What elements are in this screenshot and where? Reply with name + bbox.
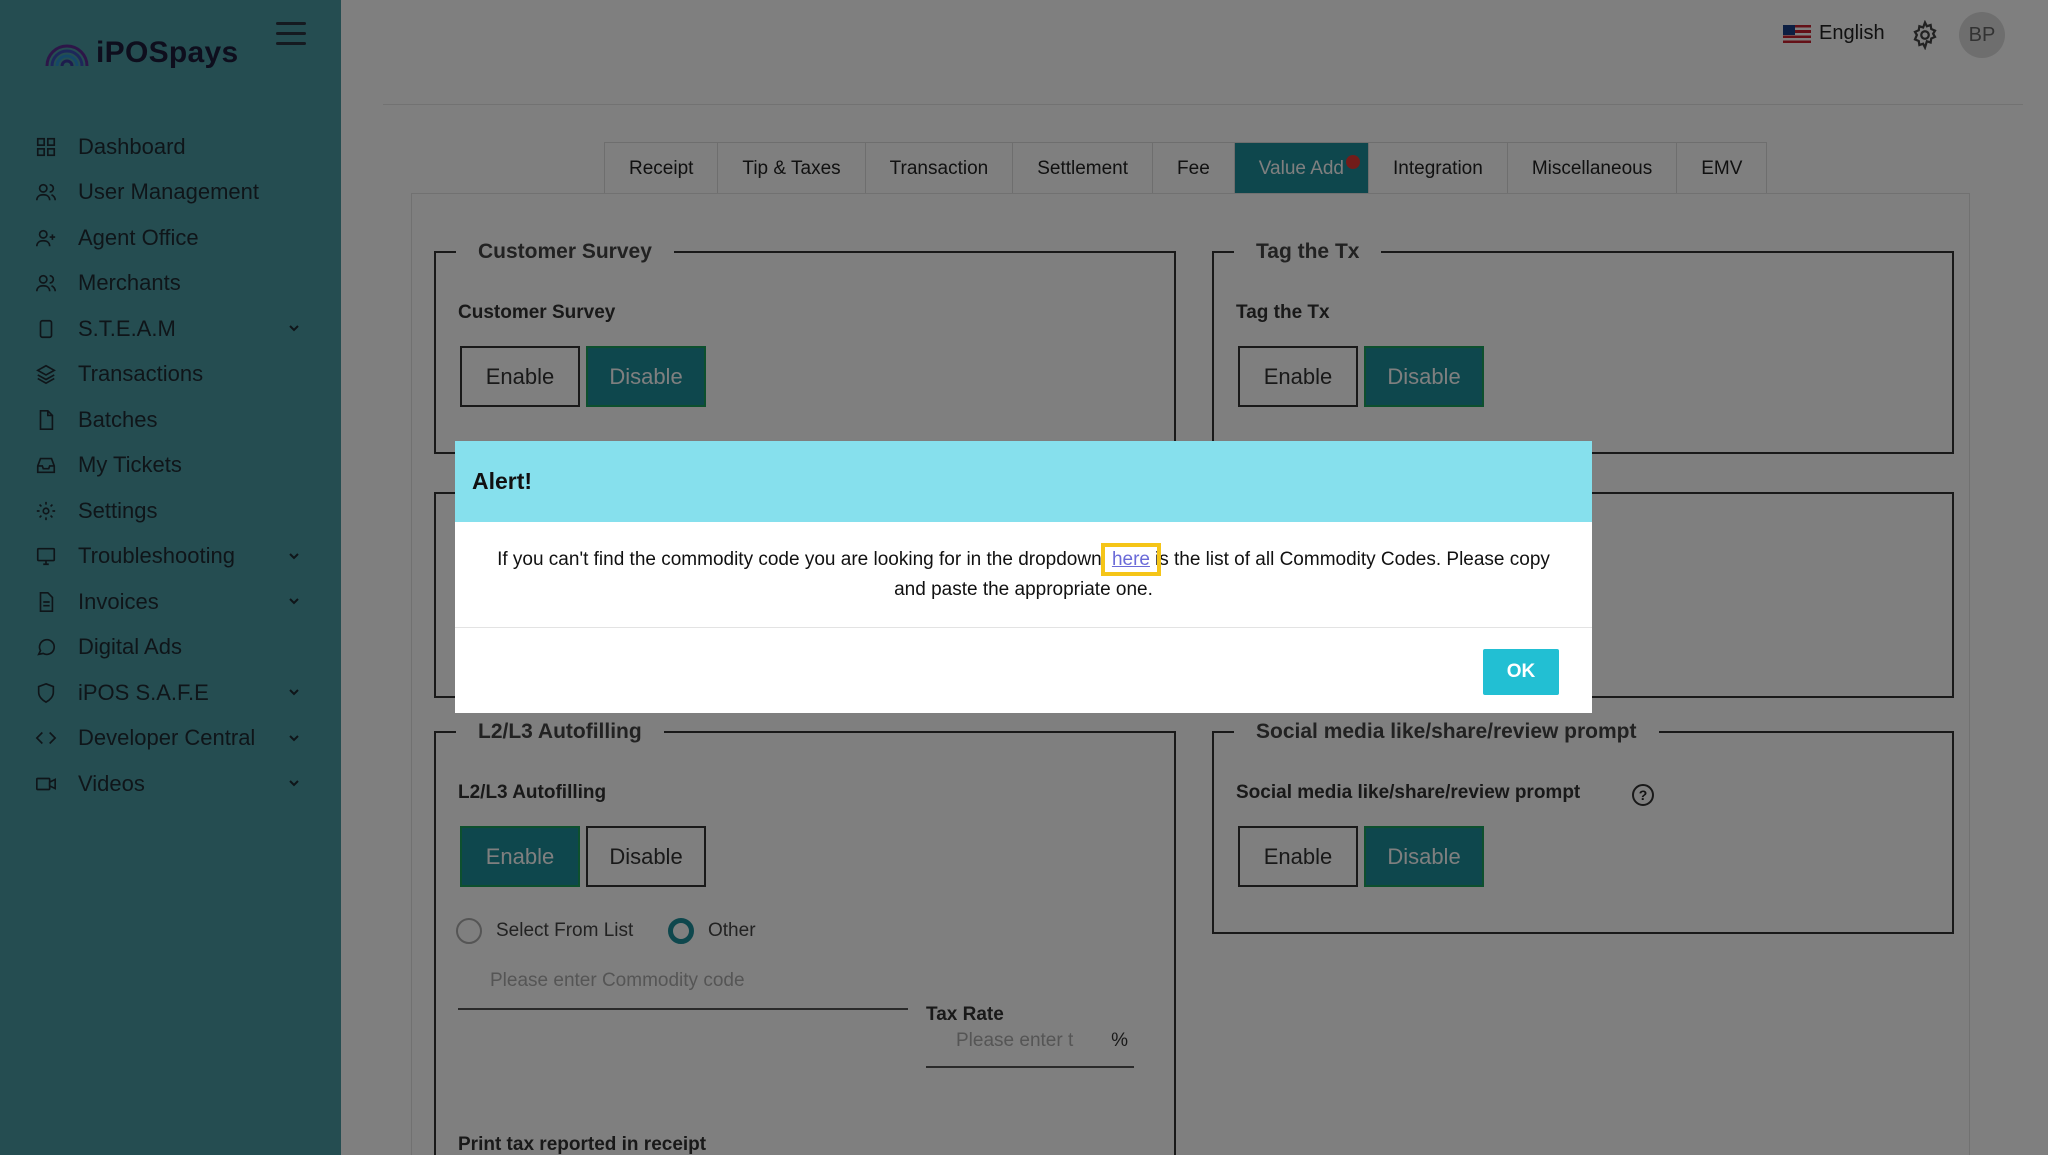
modal-title: Alert! xyxy=(472,468,533,494)
message-before: If you can't find the commodity code you… xyxy=(497,548,1102,570)
modal-body: If you can't find the commodity code you… xyxy=(455,522,1592,628)
ok-button[interactable]: OK xyxy=(1483,649,1559,695)
modal-message: If you can't find the commodity code you… xyxy=(485,542,1562,605)
commodity-codes-link[interactable]: here xyxy=(1100,542,1161,576)
modal-header: Alert! xyxy=(455,441,1592,522)
alert-modal: Alert! If you can't find the commodity c… xyxy=(455,441,1592,713)
